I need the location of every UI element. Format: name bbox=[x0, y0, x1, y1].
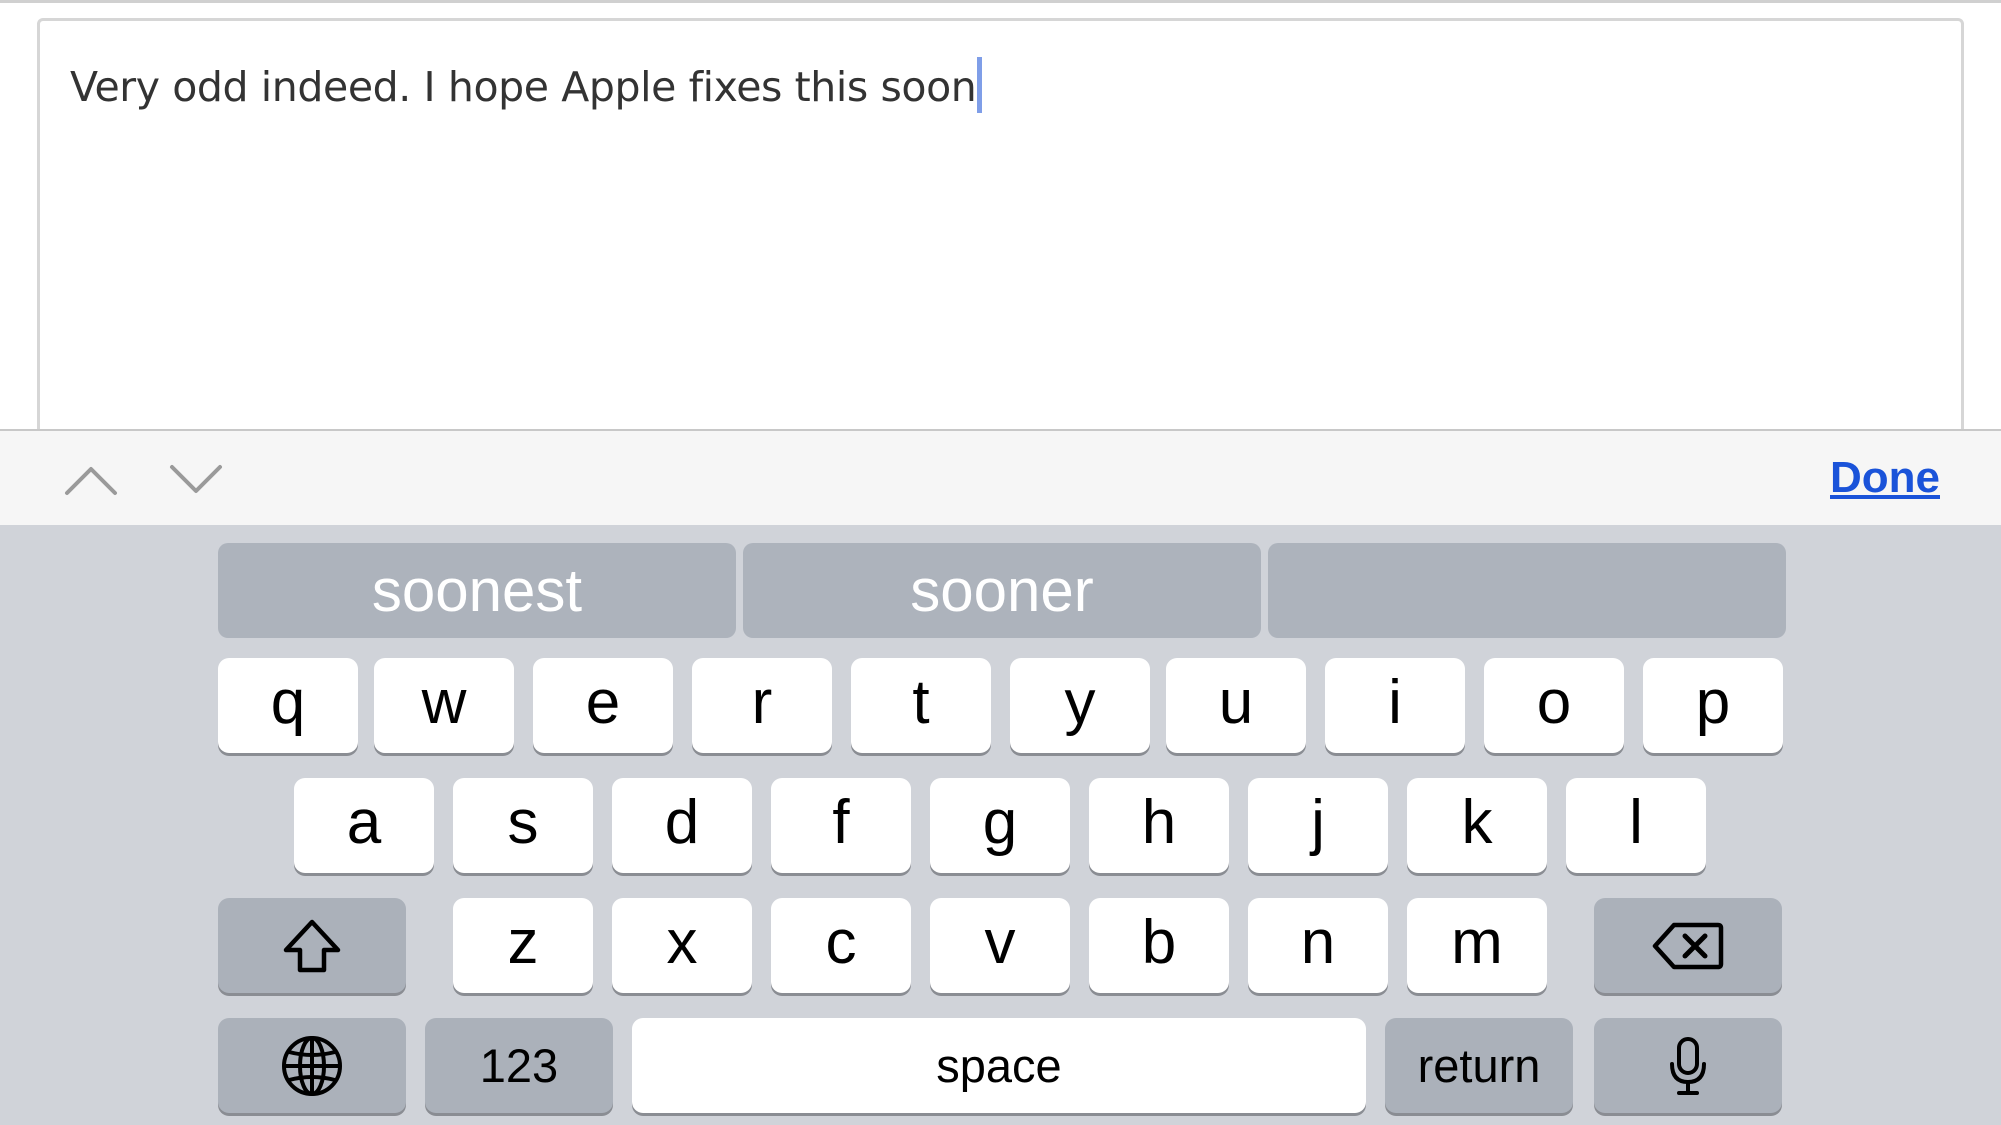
key-i[interactable]: i bbox=[1325, 658, 1465, 753]
key-k[interactable]: k bbox=[1407, 778, 1547, 873]
suggestion-2[interactable]: sooner bbox=[743, 543, 1261, 638]
dictation-key[interactable] bbox=[1594, 1018, 1782, 1113]
key-u[interactable]: u bbox=[1166, 658, 1306, 753]
numbers-key[interactable]: 123 bbox=[425, 1018, 613, 1113]
key-s[interactable]: s bbox=[453, 778, 593, 873]
chevron-up-icon[interactable] bbox=[63, 459, 119, 499]
key-y[interactable]: y bbox=[1010, 658, 1150, 753]
space-key[interactable]: space bbox=[632, 1018, 1366, 1113]
key-v[interactable]: v bbox=[930, 898, 1070, 993]
text-caret bbox=[977, 57, 983, 113]
globe-key[interactable] bbox=[218, 1018, 406, 1113]
backspace-icon bbox=[1652, 922, 1724, 969]
key-r[interactable]: r bbox=[692, 658, 832, 753]
key-q[interactable]: q bbox=[218, 658, 358, 753]
key-o[interactable]: o bbox=[1484, 658, 1624, 753]
backspace-key[interactable] bbox=[1594, 898, 1782, 993]
keyboard-accessory-toolbar: Done bbox=[0, 429, 2001, 525]
comment-text-area[interactable]: Very odd indeed. I hope Apple fixes this… bbox=[37, 18, 1964, 478]
done-button[interactable]: Done bbox=[1830, 453, 1940, 503]
suggestion-3[interactable] bbox=[1268, 543, 1786, 638]
key-x[interactable]: x bbox=[612, 898, 752, 993]
suggestion-1[interactable]: soonest bbox=[218, 543, 736, 638]
chevron-down-icon[interactable] bbox=[168, 459, 224, 499]
key-l[interactable]: l bbox=[1566, 778, 1706, 873]
key-z[interactable]: z bbox=[453, 898, 593, 993]
top-divider bbox=[0, 0, 2001, 3]
key-b[interactable]: b bbox=[1089, 898, 1229, 993]
return-key[interactable]: return bbox=[1385, 1018, 1573, 1113]
key-w[interactable]: w bbox=[374, 658, 514, 753]
key-c[interactable]: c bbox=[771, 898, 911, 993]
shift-arrow-icon bbox=[283, 919, 341, 972]
shift-key[interactable] bbox=[218, 898, 406, 993]
key-p[interactable]: p bbox=[1643, 658, 1783, 753]
key-g[interactable]: g bbox=[930, 778, 1070, 873]
key-e[interactable]: e bbox=[533, 658, 673, 753]
text-area-content: Very odd indeed. I hope Apple fixes this… bbox=[70, 57, 983, 113]
on-screen-keyboard: soonest sooner q w e r t y u i o p a s d… bbox=[0, 525, 2001, 1125]
key-t[interactable]: t bbox=[851, 658, 991, 753]
key-m[interactable]: m bbox=[1407, 898, 1547, 993]
key-f[interactable]: f bbox=[771, 778, 911, 873]
key-h[interactable]: h bbox=[1089, 778, 1229, 873]
key-j[interactable]: j bbox=[1248, 778, 1388, 873]
globe-icon bbox=[282, 1035, 342, 1096]
microphone-icon bbox=[1670, 1036, 1706, 1095]
key-d[interactable]: d bbox=[612, 778, 752, 873]
typed-text: Very odd indeed. I hope Apple fixes this… bbox=[70, 63, 977, 111]
key-n[interactable]: n bbox=[1248, 898, 1388, 993]
key-a[interactable]: a bbox=[294, 778, 434, 873]
